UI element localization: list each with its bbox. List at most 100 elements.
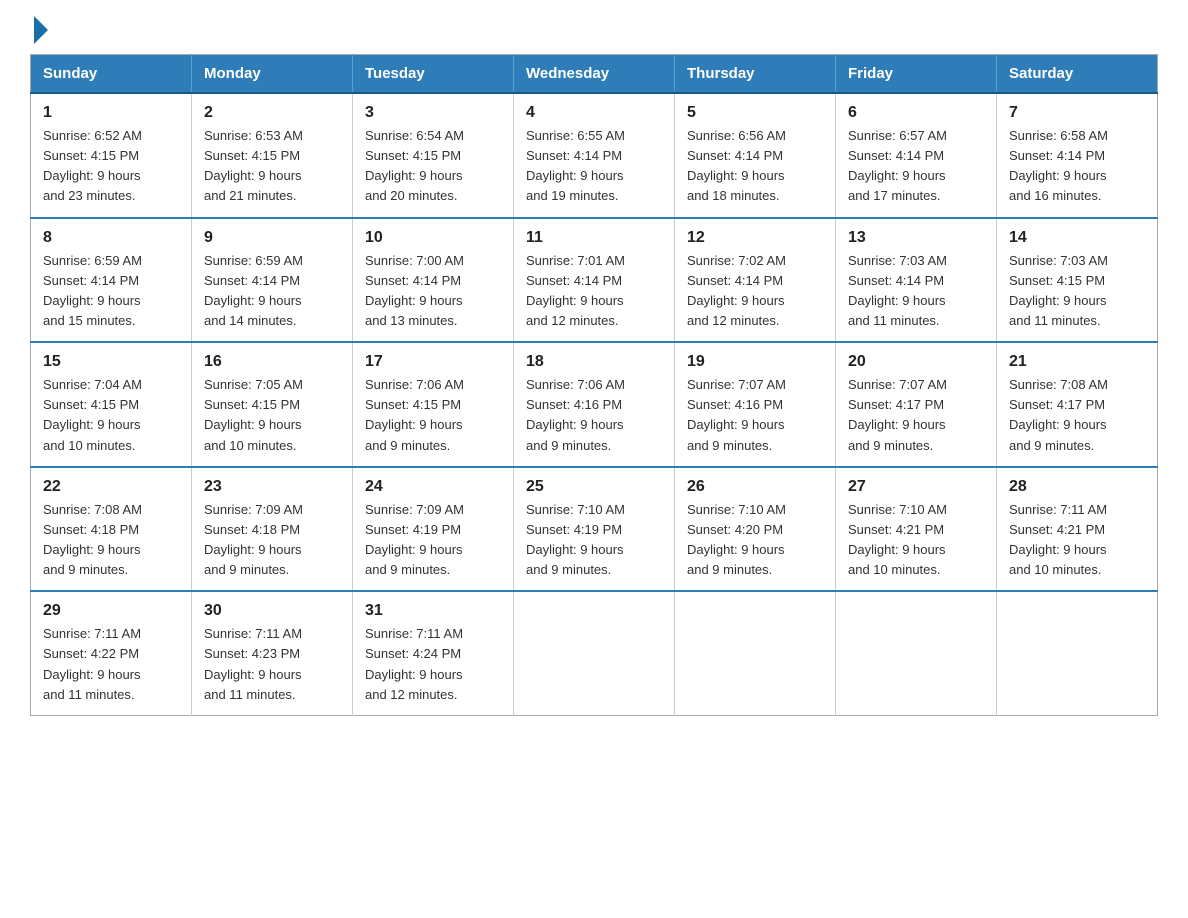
day-number: 11 — [526, 229, 662, 247]
day-number: 21 — [1009, 353, 1145, 371]
calendar-cell — [514, 591, 675, 715]
day-number: 10 — [365, 229, 501, 247]
day-number: 4 — [526, 104, 662, 122]
calendar-week-row: 29 Sunrise: 7:11 AM Sunset: 4:22 PM Dayl… — [31, 591, 1158, 715]
calendar-cell: 17 Sunrise: 7:06 AM Sunset: 4:15 PM Dayl… — [353, 342, 514, 467]
calendar-cell: 29 Sunrise: 7:11 AM Sunset: 4:22 PM Dayl… — [31, 591, 192, 715]
day-number: 30 — [204, 602, 340, 620]
day-info: Sunrise: 6:52 AM Sunset: 4:15 PM Dayligh… — [43, 126, 179, 207]
logo — [30, 20, 48, 44]
day-number: 3 — [365, 104, 501, 122]
day-of-week-header: Thursday — [675, 55, 836, 94]
day-info: Sunrise: 6:58 AM Sunset: 4:14 PM Dayligh… — [1009, 126, 1145, 207]
day-number: 16 — [204, 353, 340, 371]
day-info: Sunrise: 7:11 AM Sunset: 4:23 PM Dayligh… — [204, 624, 340, 705]
day-number: 17 — [365, 353, 501, 371]
calendar-cell: 28 Sunrise: 7:11 AM Sunset: 4:21 PM Dayl… — [997, 467, 1158, 592]
day-info: Sunrise: 7:10 AM Sunset: 4:21 PM Dayligh… — [848, 500, 984, 581]
day-of-week-header: Saturday — [997, 55, 1158, 94]
day-info: Sunrise: 7:07 AM Sunset: 4:16 PM Dayligh… — [687, 375, 823, 456]
calendar-cell: 14 Sunrise: 7:03 AM Sunset: 4:15 PM Dayl… — [997, 218, 1158, 343]
day-info: Sunrise: 7:09 AM Sunset: 4:19 PM Dayligh… — [365, 500, 501, 581]
day-info: Sunrise: 6:59 AM Sunset: 4:14 PM Dayligh… — [204, 251, 340, 332]
day-number: 23 — [204, 478, 340, 496]
day-info: Sunrise: 7:02 AM Sunset: 4:14 PM Dayligh… — [687, 251, 823, 332]
day-info: Sunrise: 7:03 AM Sunset: 4:15 PM Dayligh… — [1009, 251, 1145, 332]
calendar-cell: 4 Sunrise: 6:55 AM Sunset: 4:14 PM Dayli… — [514, 93, 675, 218]
calendar-week-row: 8 Sunrise: 6:59 AM Sunset: 4:14 PM Dayli… — [31, 218, 1158, 343]
calendar-cell: 9 Sunrise: 6:59 AM Sunset: 4:14 PM Dayli… — [192, 218, 353, 343]
day-info: Sunrise: 7:00 AM Sunset: 4:14 PM Dayligh… — [365, 251, 501, 332]
day-number: 7 — [1009, 104, 1145, 122]
calendar-cell: 15 Sunrise: 7:04 AM Sunset: 4:15 PM Dayl… — [31, 342, 192, 467]
day-info: Sunrise: 7:09 AM Sunset: 4:18 PM Dayligh… — [204, 500, 340, 581]
calendar-cell: 6 Sunrise: 6:57 AM Sunset: 4:14 PM Dayli… — [836, 93, 997, 218]
day-info: Sunrise: 7:03 AM Sunset: 4:14 PM Dayligh… — [848, 251, 984, 332]
day-number: 2 — [204, 104, 340, 122]
day-number: 19 — [687, 353, 823, 371]
day-info: Sunrise: 7:06 AM Sunset: 4:16 PM Dayligh… — [526, 375, 662, 456]
day-of-week-header: Tuesday — [353, 55, 514, 94]
day-number: 15 — [43, 353, 179, 371]
calendar-cell: 21 Sunrise: 7:08 AM Sunset: 4:17 PM Dayl… — [997, 342, 1158, 467]
calendar-cell: 7 Sunrise: 6:58 AM Sunset: 4:14 PM Dayli… — [997, 93, 1158, 218]
calendar-cell: 22 Sunrise: 7:08 AM Sunset: 4:18 PM Dayl… — [31, 467, 192, 592]
calendar-cell — [997, 591, 1158, 715]
day-number: 27 — [848, 478, 984, 496]
calendar-table: SundayMondayTuesdayWednesdayThursdayFrid… — [30, 54, 1158, 716]
day-number: 26 — [687, 478, 823, 496]
calendar-cell — [675, 591, 836, 715]
calendar-cell: 30 Sunrise: 7:11 AM Sunset: 4:23 PM Dayl… — [192, 591, 353, 715]
calendar-cell: 27 Sunrise: 7:10 AM Sunset: 4:21 PM Dayl… — [836, 467, 997, 592]
day-of-week-header: Sunday — [31, 55, 192, 94]
day-number: 6 — [848, 104, 984, 122]
day-number: 28 — [1009, 478, 1145, 496]
day-of-week-header: Wednesday — [514, 55, 675, 94]
day-number: 31 — [365, 602, 501, 620]
day-info: Sunrise: 6:57 AM Sunset: 4:14 PM Dayligh… — [848, 126, 984, 207]
day-number: 12 — [687, 229, 823, 247]
calendar-cell: 18 Sunrise: 7:06 AM Sunset: 4:16 PM Dayl… — [514, 342, 675, 467]
calendar-cell: 23 Sunrise: 7:09 AM Sunset: 4:18 PM Dayl… — [192, 467, 353, 592]
calendar-cell: 11 Sunrise: 7:01 AM Sunset: 4:14 PM Dayl… — [514, 218, 675, 343]
day-info: Sunrise: 6:53 AM Sunset: 4:15 PM Dayligh… — [204, 126, 340, 207]
calendar-cell: 2 Sunrise: 6:53 AM Sunset: 4:15 PM Dayli… — [192, 93, 353, 218]
day-number: 14 — [1009, 229, 1145, 247]
calendar-cell — [836, 591, 997, 715]
calendar-cell: 12 Sunrise: 7:02 AM Sunset: 4:14 PM Dayl… — [675, 218, 836, 343]
calendar-cell: 24 Sunrise: 7:09 AM Sunset: 4:19 PM Dayl… — [353, 467, 514, 592]
calendar-cell: 25 Sunrise: 7:10 AM Sunset: 4:19 PM Dayl… — [514, 467, 675, 592]
day-info: Sunrise: 7:04 AM Sunset: 4:15 PM Dayligh… — [43, 375, 179, 456]
day-number: 25 — [526, 478, 662, 496]
day-of-week-header: Monday — [192, 55, 353, 94]
day-info: Sunrise: 7:01 AM Sunset: 4:14 PM Dayligh… — [526, 251, 662, 332]
day-info: Sunrise: 7:11 AM Sunset: 4:24 PM Dayligh… — [365, 624, 501, 705]
calendar-cell: 8 Sunrise: 6:59 AM Sunset: 4:14 PM Dayli… — [31, 218, 192, 343]
calendar-cell: 31 Sunrise: 7:11 AM Sunset: 4:24 PM Dayl… — [353, 591, 514, 715]
calendar-cell: 20 Sunrise: 7:07 AM Sunset: 4:17 PM Dayl… — [836, 342, 997, 467]
day-info: Sunrise: 7:06 AM Sunset: 4:15 PM Dayligh… — [365, 375, 501, 456]
day-info: Sunrise: 7:10 AM Sunset: 4:20 PM Dayligh… — [687, 500, 823, 581]
calendar-cell: 19 Sunrise: 7:07 AM Sunset: 4:16 PM Dayl… — [675, 342, 836, 467]
calendar-week-row: 1 Sunrise: 6:52 AM Sunset: 4:15 PM Dayli… — [31, 93, 1158, 218]
day-info: Sunrise: 6:59 AM Sunset: 4:14 PM Dayligh… — [43, 251, 179, 332]
day-number: 29 — [43, 602, 179, 620]
day-info: Sunrise: 6:55 AM Sunset: 4:14 PM Dayligh… — [526, 126, 662, 207]
day-info: Sunrise: 7:08 AM Sunset: 4:18 PM Dayligh… — [43, 500, 179, 581]
calendar-week-row: 15 Sunrise: 7:04 AM Sunset: 4:15 PM Dayl… — [31, 342, 1158, 467]
day-info: Sunrise: 7:05 AM Sunset: 4:15 PM Dayligh… — [204, 375, 340, 456]
page-header — [30, 20, 1158, 44]
calendar-cell: 10 Sunrise: 7:00 AM Sunset: 4:14 PM Dayl… — [353, 218, 514, 343]
calendar-cell: 26 Sunrise: 7:10 AM Sunset: 4:20 PM Dayl… — [675, 467, 836, 592]
day-number: 24 — [365, 478, 501, 496]
logo-arrow-icon — [34, 16, 48, 44]
calendar-cell: 3 Sunrise: 6:54 AM Sunset: 4:15 PM Dayli… — [353, 93, 514, 218]
day-info: Sunrise: 7:11 AM Sunset: 4:22 PM Dayligh… — [43, 624, 179, 705]
day-number: 8 — [43, 229, 179, 247]
calendar-cell: 13 Sunrise: 7:03 AM Sunset: 4:14 PM Dayl… — [836, 218, 997, 343]
calendar-header-row: SundayMondayTuesdayWednesdayThursdayFrid… — [31, 55, 1158, 94]
day-number: 13 — [848, 229, 984, 247]
day-number: 5 — [687, 104, 823, 122]
day-number: 20 — [848, 353, 984, 371]
day-of-week-header: Friday — [836, 55, 997, 94]
